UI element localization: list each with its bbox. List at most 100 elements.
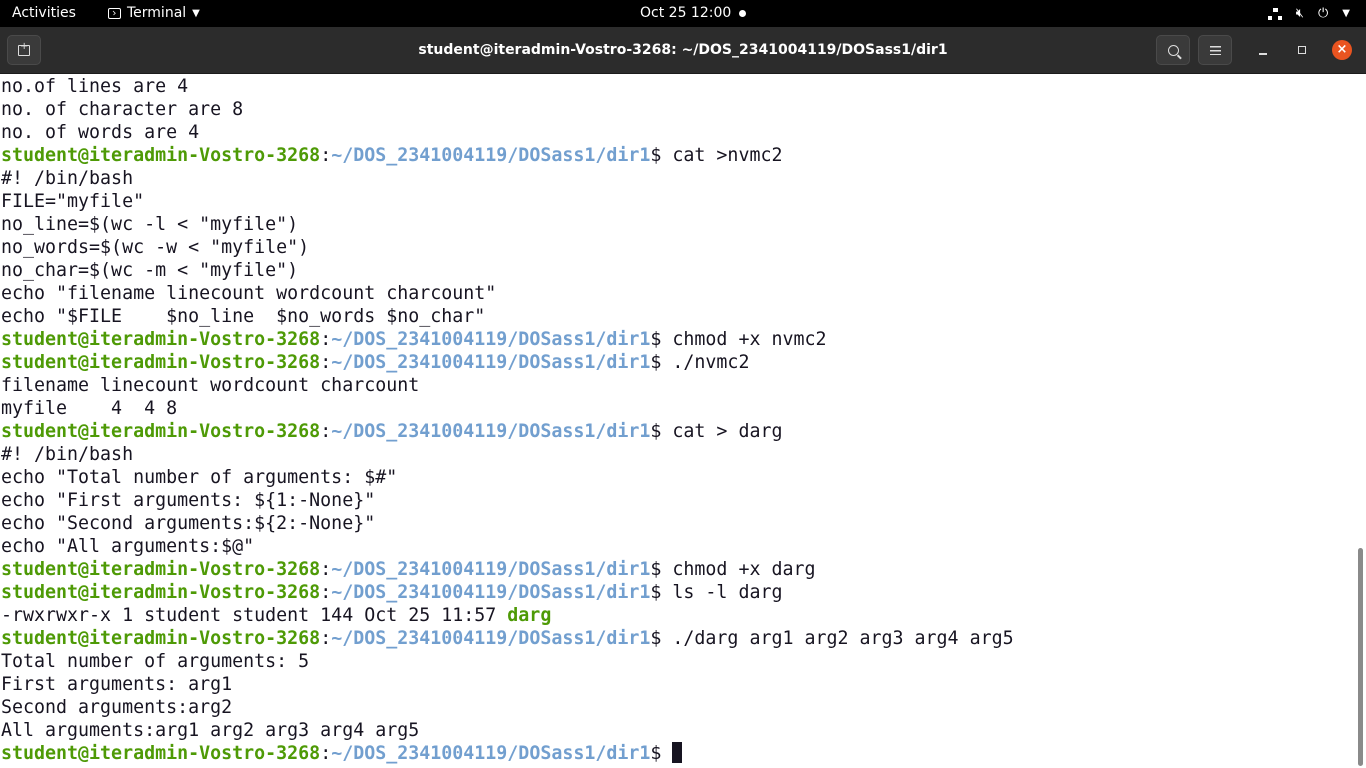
prompt-line: student@iteradmin-Vostro-3268:~/DOS_2341… — [1, 628, 1014, 649]
app-menu-label: Terminal — [127, 5, 187, 21]
text-cursor — [672, 742, 683, 763]
prompt-path: ~/DOS_2341004119/DOSass1/dir1 — [331, 559, 651, 580]
output-line: All arguments:arg1 arg2 arg3 arg4 arg5 — [1, 719, 1014, 742]
prompt-user: student@iteradmin-Vostro-3268 — [1, 743, 321, 764]
output-text: echo "First arguments: ${1:-None}" — [1, 490, 376, 511]
prompt-line: student@iteradmin-Vostro-3268:~/DOS_2341… — [1, 329, 827, 350]
terminal-app-menu[interactable]: Terminal ▼ — [108, 0, 200, 27]
new-tab-icon — [18, 41, 30, 56]
notification-dot-icon — [739, 10, 746, 17]
command-text: cat >nvmc2 — [672, 145, 783, 166]
output-line: no. of character are 8 — [1, 98, 1014, 121]
search-button[interactable] — [1156, 35, 1190, 65]
terminal-icon — [108, 8, 121, 19]
output-line: FILE="myfile" — [1, 190, 1014, 213]
output-text: All arguments:arg1 arg2 arg3 arg4 arg5 — [1, 720, 420, 741]
scrollbar-thumb[interactable] — [1358, 548, 1363, 766]
output-text: no_words=$(wc -w < "myfile") — [1, 237, 310, 258]
close-icon: × — [1336, 42, 1348, 57]
output-text: no_char=$(wc -m < "myfile") — [1, 260, 299, 281]
prompt-user: student@iteradmin-Vostro-3268 — [1, 145, 321, 166]
volume-muted-icon: 🔇︎ — [1295, 6, 1304, 21]
hamburger-menu-button[interactable] — [1198, 35, 1232, 65]
command-text: chmod +x nvmc2 — [672, 329, 827, 350]
prompt-path: ~/DOS_2341004119/DOSass1/dir1 — [331, 329, 651, 350]
output-text: myfile 4 4 8 — [1, 398, 178, 419]
maximize-button[interactable] — [1292, 40, 1312, 60]
output-text: echo "All arguments:$@" — [1, 536, 255, 557]
output-line: First arguments: arg1 — [1, 673, 1014, 696]
output-line: #! /bin/bash — [1, 443, 1014, 466]
prompt-line: student@iteradmin-Vostro-3268:~/DOS_2341… — [1, 582, 783, 603]
network-icon — [1267, 7, 1282, 20]
prompt-path: ~/DOS_2341004119/DOSass1/dir1 — [331, 352, 651, 373]
output-line: Total number of arguments: 5 — [1, 650, 1014, 673]
output-line: echo "filename linecount wordcount charc… — [1, 282, 1014, 305]
output-line: myfile 4 4 8 — [1, 397, 1014, 420]
minimize-button[interactable] — [1253, 40, 1273, 60]
prompt-line: student@iteradmin-Vostro-3268:~/DOS_2341… — [1, 421, 783, 442]
output-text: no_line=$(wc -l < "myfile") — [1, 214, 299, 235]
output-text: no. of character are 8 — [1, 99, 244, 120]
output-text: First arguments: arg1 — [1, 674, 233, 695]
output-text: FILE="myfile" — [1, 191, 145, 212]
prompt-line: student@iteradmin-Vostro-3268:~/DOS_2341… — [1, 352, 750, 373]
command-text: ./darg arg1 arg2 arg3 arg4 arg5 — [672, 628, 1014, 649]
prompt-user: student@iteradmin-Vostro-3268 — [1, 421, 321, 442]
output-text: #! /bin/bash — [1, 168, 134, 189]
prompt-path: ~/DOS_2341004119/DOSass1/dir1 — [331, 628, 651, 649]
gnome-top-bar: Activities Terminal ▼ Oct 25 12:00 🔇︎ ⏻ … — [0, 0, 1366, 27]
command-text: chmod +x darg — [672, 559, 816, 580]
output-text: Total number of arguments: 5 — [1, 651, 310, 672]
command-text: cat > darg — [672, 421, 783, 442]
prompt-line: student@iteradmin-Vostro-3268:~/DOS_2341… — [1, 559, 816, 580]
search-icon — [1167, 44, 1179, 56]
output-text: Second arguments:arg2 — [1, 697, 233, 718]
prompt-user: student@iteradmin-Vostro-3268 — [1, 582, 321, 603]
output-text: #! /bin/bash — [1, 444, 134, 465]
output-line: #! /bin/bash — [1, 167, 1014, 190]
output-text: no. of words are 4 — [1, 122, 200, 143]
output-line: -rwxrwxr-x 1 student student 144 Oct 25 … — [1, 604, 1014, 627]
output-text: echo "Total number of arguments: $#" — [1, 467, 398, 488]
window-title-bar: student@iteradmin-Vostro-3268: ~/DOS_234… — [0, 27, 1366, 74]
terminal-lines: no.of lines are 4 no. of character are 8n… — [1, 75, 1014, 765]
output-line: echo "All arguments:$@" — [1, 535, 1014, 558]
prompt-path: ~/DOS_2341004119/DOSass1/dir1 — [331, 582, 651, 603]
maximize-icon — [1298, 46, 1306, 54]
output-line: echo "Total number of arguments: $#" — [1, 466, 1014, 489]
output-text: echo "filename linecount wordcount charc… — [1, 283, 497, 304]
executable-filename: darg — [507, 605, 552, 626]
output-text: echo "$FILE $no_line $no_words $no_char" — [1, 306, 486, 327]
prompt-user: student@iteradmin-Vostro-3268 — [1, 628, 321, 649]
command-text: ./nvmc2 — [672, 352, 750, 373]
output-text: -rwxrwxr-x 1 student student 144 Oct 25 … — [1, 605, 508, 626]
output-line: filename linecount wordcount charcount — [1, 374, 1014, 397]
terminal-output[interactable]: no.of lines are 4 no. of character are 8n… — [0, 74, 1356, 768]
command-text: ls -l darg — [672, 582, 783, 603]
output-line: echo "$FILE $no_line $no_words $no_char" — [1, 305, 1014, 328]
output-line: Second arguments:arg2 — [1, 696, 1014, 719]
scrollbar[interactable] — [1356, 74, 1366, 768]
output-line: no. of words are 4 — [1, 121, 1014, 144]
close-button[interactable]: × — [1332, 40, 1352, 60]
hamburger-icon — [1209, 45, 1221, 55]
prompt-path: ~/DOS_2341004119/DOSass1/dir1 — [331, 145, 651, 166]
output-line: no.of lines are 4 — [1, 75, 1014, 98]
output-text: no.of lines are 4 — [1, 76, 189, 97]
prompt-path: ~/DOS_2341004119/DOSass1/dir1 — [331, 743, 651, 764]
chevron-down-icon: ▼ — [192, 8, 200, 19]
output-line: no_char=$(wc -m < "myfile") — [1, 259, 1014, 282]
output-text: filename linecount wordcount charcount — [1, 375, 420, 396]
clock[interactable]: Oct 25 12:00 — [640, 0, 731, 27]
power-icon: ⏻ — [1318, 6, 1329, 21]
system-tray[interactable]: 🔇︎ ⏻ ▼ — [1267, 0, 1350, 27]
prompt-line: student@iteradmin-Vostro-3268:~/DOS_2341… — [1, 742, 1014, 765]
chevron-down-icon: ▼ — [1342, 8, 1350, 19]
activities-button[interactable]: Activities — [12, 0, 76, 27]
new-tab-button[interactable] — [7, 35, 41, 65]
output-line: no_line=$(wc -l < "myfile") — [1, 213, 1014, 236]
output-text: echo "Second arguments:${2:-None}" — [1, 513, 376, 534]
output-line: echo "Second arguments:${2:-None}" — [1, 512, 1014, 535]
minimize-icon — [1259, 53, 1267, 55]
